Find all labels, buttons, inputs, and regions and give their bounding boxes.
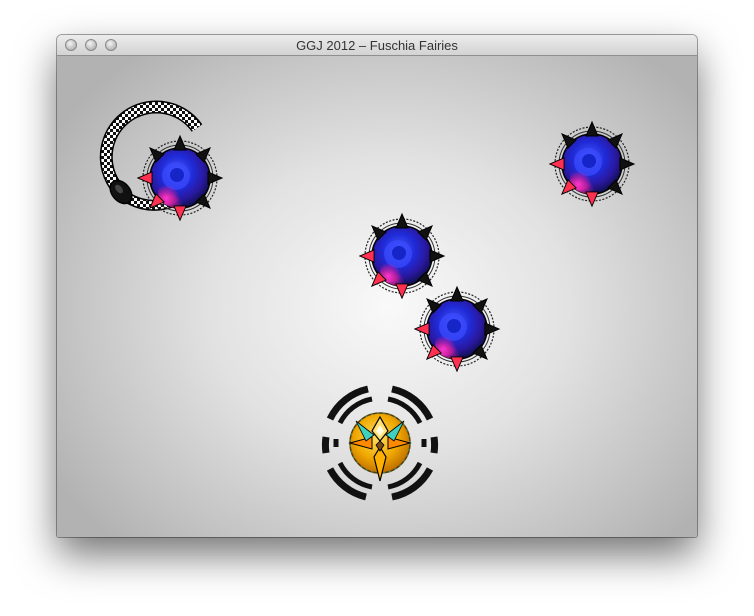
spiked-orb-enemy-1[interactable]: [135, 133, 225, 223]
player-fairy[interactable]: [319, 382, 441, 504]
spiked-orb-icon: [549, 121, 635, 207]
spiked-orb-enemy-4[interactable]: [412, 284, 502, 374]
game-canvas[interactable]: [57, 56, 697, 537]
fairy-player-icon: [348, 412, 412, 482]
title-bar[interactable]: GGJ 2012 – Fuschia Fairies: [57, 35, 697, 56]
spiked-orb-icon: [137, 135, 223, 221]
game-window: GGJ 2012 – Fuschia Fairies: [57, 35, 697, 537]
spiked-orb-icon: [414, 286, 500, 372]
window-title: GGJ 2012 – Fuschia Fairies: [296, 38, 458, 53]
spiked-orb-enemy-2[interactable]: [547, 119, 637, 209]
